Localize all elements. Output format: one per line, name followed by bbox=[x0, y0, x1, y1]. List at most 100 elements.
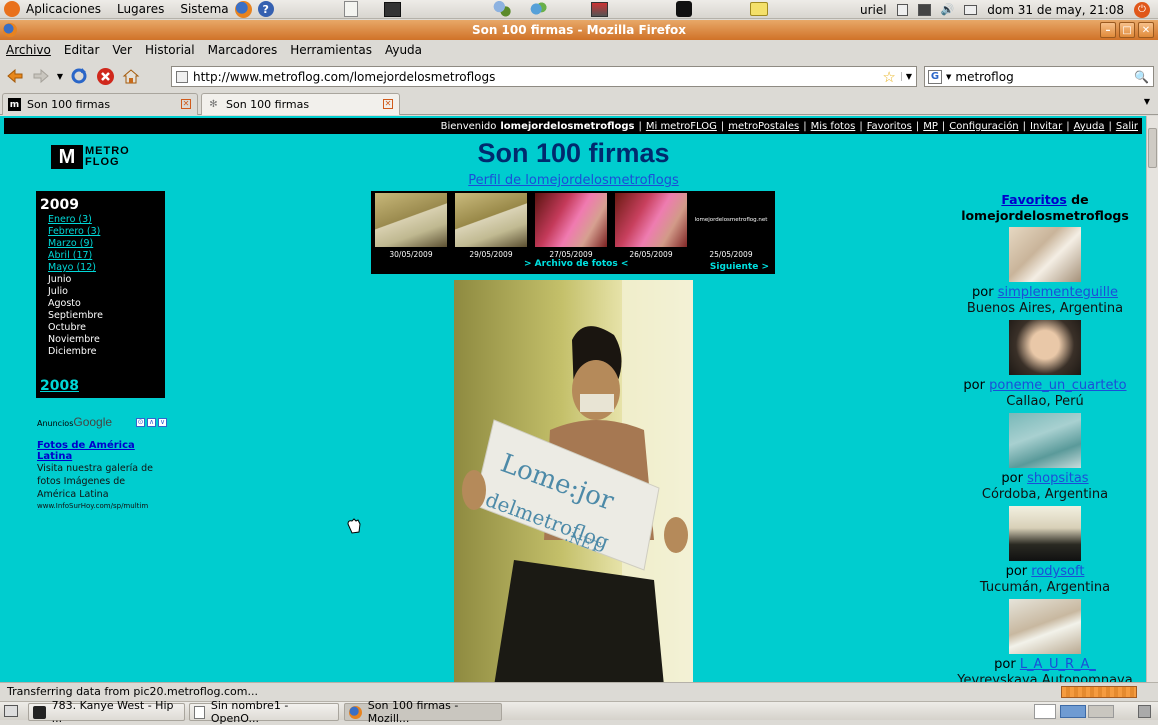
tab-son-100-firmas-2[interactable]: ✻ Son 100 firmas ✕ bbox=[201, 93, 400, 115]
favorite-avatar[interactable] bbox=[1009, 320, 1081, 375]
photo-thumb[interactable]: 30/05/2009 bbox=[375, 193, 447, 259]
archive-month[interactable]: Febrero (3) bbox=[48, 226, 161, 238]
workspace-2[interactable] bbox=[1088, 705, 1114, 718]
url-input[interactable] bbox=[193, 69, 878, 84]
favorite-avatar[interactable] bbox=[1009, 227, 1081, 282]
link-ayuda[interactable]: Ayuda bbox=[1074, 121, 1105, 132]
volume-icon[interactable]: 🔊 bbox=[941, 3, 955, 16]
link-salir[interactable]: Salir bbox=[1116, 121, 1138, 132]
favorite-user[interactable]: rodysoft bbox=[1031, 564, 1084, 579]
screenshot-launcher-icon[interactable] bbox=[590, 1, 608, 17]
next-photo-link[interactable]: Siguiente > bbox=[710, 262, 769, 272]
search-box[interactable]: G ▼ 🔍 bbox=[924, 66, 1154, 87]
panel-menu-sistema[interactable]: Sistema bbox=[180, 2, 228, 16]
home-button[interactable] bbox=[118, 64, 144, 88]
taskbar-item-firefox[interactable]: Son 100 firmas - Mozill... bbox=[344, 699, 502, 725]
help-launcher-icon[interactable]: ? bbox=[257, 1, 274, 17]
link-mi-metroflog[interactable]: Mi metroFLOG bbox=[646, 121, 717, 132]
favorite-user[interactable]: L_A_U_R_A_ bbox=[1020, 657, 1096, 672]
ad-info-icon[interactable]: ⊙ bbox=[136, 417, 145, 427]
close-window-button[interactable]: ✕ bbox=[1138, 22, 1154, 38]
site-identity-icon[interactable] bbox=[176, 70, 188, 83]
archive-month[interactable]: Mayo (12) bbox=[48, 262, 161, 274]
menu-historial[interactable]: Historial bbox=[145, 43, 195, 57]
ad-url[interactable]: www.InfoSurHoy.com/sp/multim bbox=[37, 502, 167, 510]
favorite-avatar[interactable] bbox=[1009, 506, 1081, 561]
metroflog-logo[interactable]: M METRO FLOG bbox=[51, 144, 151, 170]
notes-launcher-icon[interactable] bbox=[749, 2, 768, 16]
clipboard-icon[interactable] bbox=[896, 3, 908, 16]
photo-thumb[interactable]: lomejordelosmetroflog.net 25/05/2009 bbox=[695, 193, 767, 259]
favorite-avatar[interactable] bbox=[1009, 599, 1081, 654]
favorite-user[interactable]: simplementeguille bbox=[998, 285, 1118, 300]
menu-archivo[interactable]: Archivo bbox=[6, 43, 51, 57]
photo-thumb[interactable]: 26/05/2009 bbox=[615, 193, 687, 259]
panel-menu-aplicaciones[interactable]: Aplicaciones bbox=[26, 2, 101, 16]
favorite-avatar[interactable] bbox=[1009, 413, 1081, 468]
tray-firefox-icon[interactable] bbox=[1034, 704, 1056, 719]
url-bar[interactable]: ☆ ▼ bbox=[171, 66, 917, 87]
forward-button[interactable] bbox=[28, 64, 54, 88]
gnome-foot-icon[interactable] bbox=[4, 1, 20, 17]
archive-month[interactable]: Marzo (9) bbox=[48, 238, 161, 250]
minimize-button[interactable]: – bbox=[1100, 22, 1116, 38]
archive-month[interactable]: Abril (17) bbox=[48, 250, 161, 262]
workspace-1[interactable] bbox=[1060, 705, 1086, 718]
search-input[interactable] bbox=[955, 69, 1131, 84]
photo-thumb[interactable]: 29/05/2009 bbox=[455, 193, 527, 259]
engine-dropdown-icon[interactable]: ▼ bbox=[946, 73, 951, 81]
maximize-button[interactable]: □ bbox=[1119, 22, 1135, 38]
text-editor-launcher-icon[interactable] bbox=[343, 1, 358, 17]
bookmark-star-icon[interactable]: ☆ bbox=[882, 68, 895, 86]
link-invitar[interactable]: Invitar bbox=[1030, 121, 1062, 132]
history-dropdown[interactable]: ▼ bbox=[54, 64, 66, 88]
stop-button[interactable] bbox=[92, 64, 118, 88]
messenger-launcher-icon[interactable] bbox=[492, 1, 511, 17]
window-menu-icon[interactable] bbox=[3, 23, 17, 37]
ad-prev-icon[interactable]: ∧ bbox=[147, 417, 156, 427]
menu-ver[interactable]: Ver bbox=[112, 43, 132, 57]
link-metropostales[interactable]: metroPostales bbox=[728, 121, 799, 132]
photo-thumb[interactable]: 27/05/2009 bbox=[535, 193, 607, 259]
shutdown-icon[interactable]: ⏻ bbox=[1134, 1, 1150, 18]
tab-close-icon[interactable]: ✕ bbox=[383, 99, 393, 109]
photo-archive-link[interactable]: > Archivo de fotos < bbox=[524, 259, 628, 269]
mail-icon[interactable] bbox=[964, 4, 978, 15]
search-icon[interactable]: 🔍 bbox=[1134, 70, 1149, 84]
link-mis-fotos[interactable]: Mis fotos bbox=[811, 121, 856, 132]
trash-icon[interactable] bbox=[1138, 705, 1151, 718]
media-player-launcher-icon[interactable] bbox=[675, 1, 692, 17]
url-dropdown-icon[interactable]: ▼ bbox=[900, 72, 912, 81]
favorite-user[interactable]: shopsitas bbox=[1027, 471, 1088, 486]
menu-marcadores[interactable]: Marcadores bbox=[208, 43, 278, 57]
archive-month[interactable]: Enero (3) bbox=[48, 214, 161, 226]
tab-son-100-firmas-1[interactable]: m Son 100 firmas ✕ bbox=[2, 93, 198, 115]
pidgin-launcher-icon[interactable] bbox=[528, 1, 547, 17]
archive-year-2008[interactable]: 2008 bbox=[40, 378, 79, 394]
scrollbar-thumb[interactable] bbox=[1148, 128, 1157, 168]
firefox-launcher-icon[interactable] bbox=[234, 0, 252, 18]
panel-menu-lugares[interactable]: Lugares bbox=[117, 2, 164, 16]
favorites-title-link[interactable]: Favoritos bbox=[1001, 192, 1066, 207]
menu-editar[interactable]: Editar bbox=[64, 43, 100, 57]
display-icon[interactable] bbox=[917, 3, 931, 16]
show-desktop-icon[interactable] bbox=[4, 705, 18, 717]
reload-button[interactable] bbox=[66, 64, 92, 88]
tab-close-icon[interactable]: ✕ bbox=[181, 99, 191, 109]
panel-clock[interactable]: dom 31 de may, 21:08 bbox=[987, 3, 1124, 17]
menu-ayuda[interactable]: Ayuda bbox=[385, 43, 422, 57]
favorite-user[interactable]: poneme_un_cuarteto bbox=[989, 378, 1126, 393]
link-mp[interactable]: MP bbox=[923, 121, 938, 132]
taskbar-item-music-player[interactable]: 783. Kanye West - Hip ... bbox=[28, 699, 185, 725]
terminal-launcher-icon[interactable] bbox=[383, 1, 401, 17]
link-favoritos[interactable]: Favoritos bbox=[867, 121, 912, 132]
page-scrollbar[interactable] bbox=[1146, 116, 1158, 682]
google-engine-icon[interactable]: G bbox=[928, 69, 942, 84]
taskbar-item-openoffice[interactable]: Sin nombre1 - OpenO... bbox=[189, 699, 339, 725]
user-switcher[interactable]: uriel bbox=[860, 3, 887, 17]
tab-list-dropdown-icon[interactable]: ▼ bbox=[1144, 97, 1150, 106]
link-configuracion[interactable]: Configuración bbox=[949, 121, 1018, 132]
ad-next-icon[interactable]: ∨ bbox=[158, 417, 167, 427]
back-button[interactable] bbox=[2, 64, 28, 88]
ad-title[interactable]: Fotos de América Latina bbox=[37, 440, 167, 462]
